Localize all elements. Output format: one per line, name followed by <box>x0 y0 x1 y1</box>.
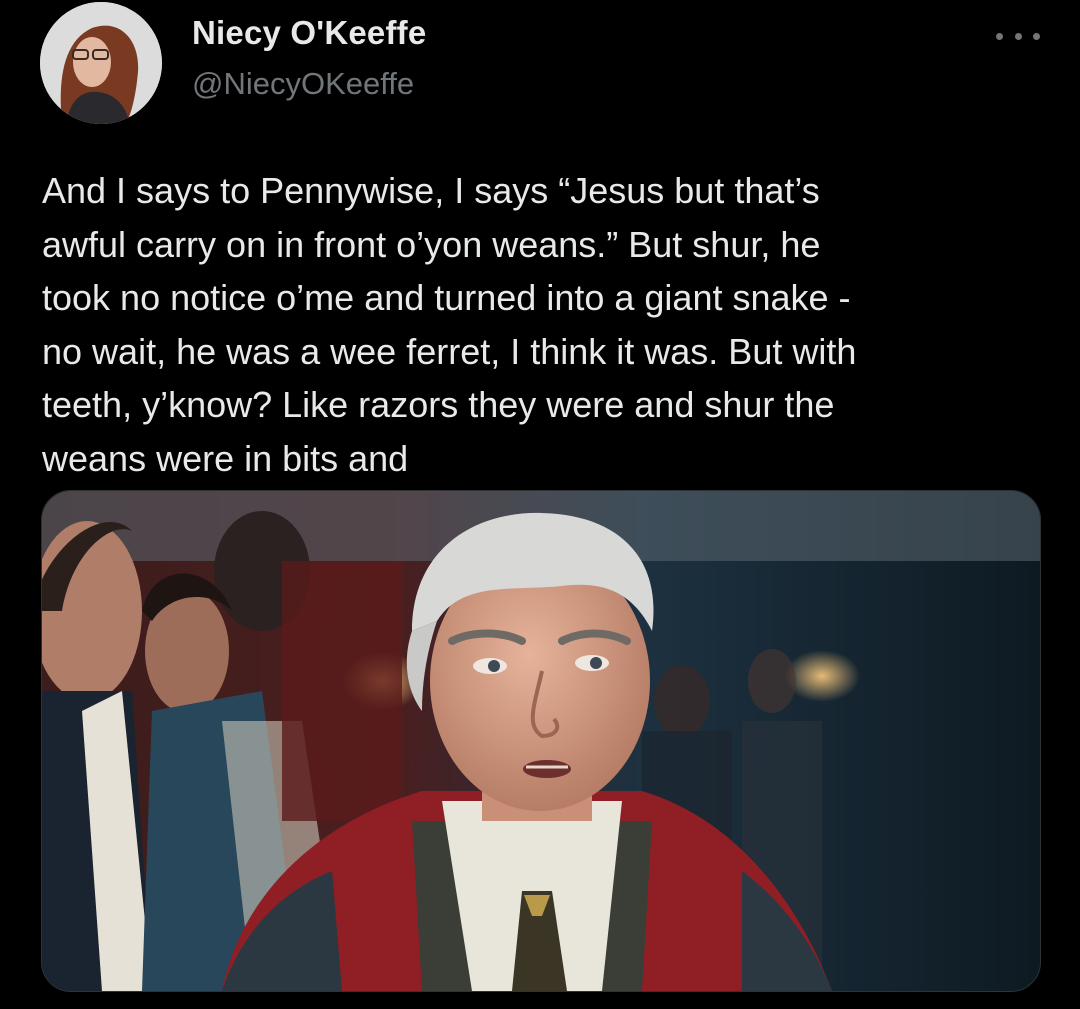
more-options-button[interactable] <box>996 26 1040 46</box>
more-horizontal-icon-dot <box>1014 32 1022 40</box>
author-handle[interactable]: @NiecyOKeeffe <box>192 66 414 102</box>
author-avatar[interactable] <box>40 2 162 124</box>
avatar-photo-icon <box>40 2 162 124</box>
more-horizontal-icon-dot <box>1033 32 1040 40</box>
more-horizontal-icon-dot <box>996 32 1003 40</box>
author-display-name[interactable]: Niecy O'Keeffe <box>192 14 426 52</box>
tweet: Niecy O'Keeffe @NiecyOKeeffe And I says … <box>0 0 1080 1009</box>
tweet-media-photo[interactable] <box>41 490 1041 992</box>
media-photo <box>42 491 1040 991</box>
tweet-text: And I says to Pennywise, I says “Jesus b… <box>42 170 857 479</box>
